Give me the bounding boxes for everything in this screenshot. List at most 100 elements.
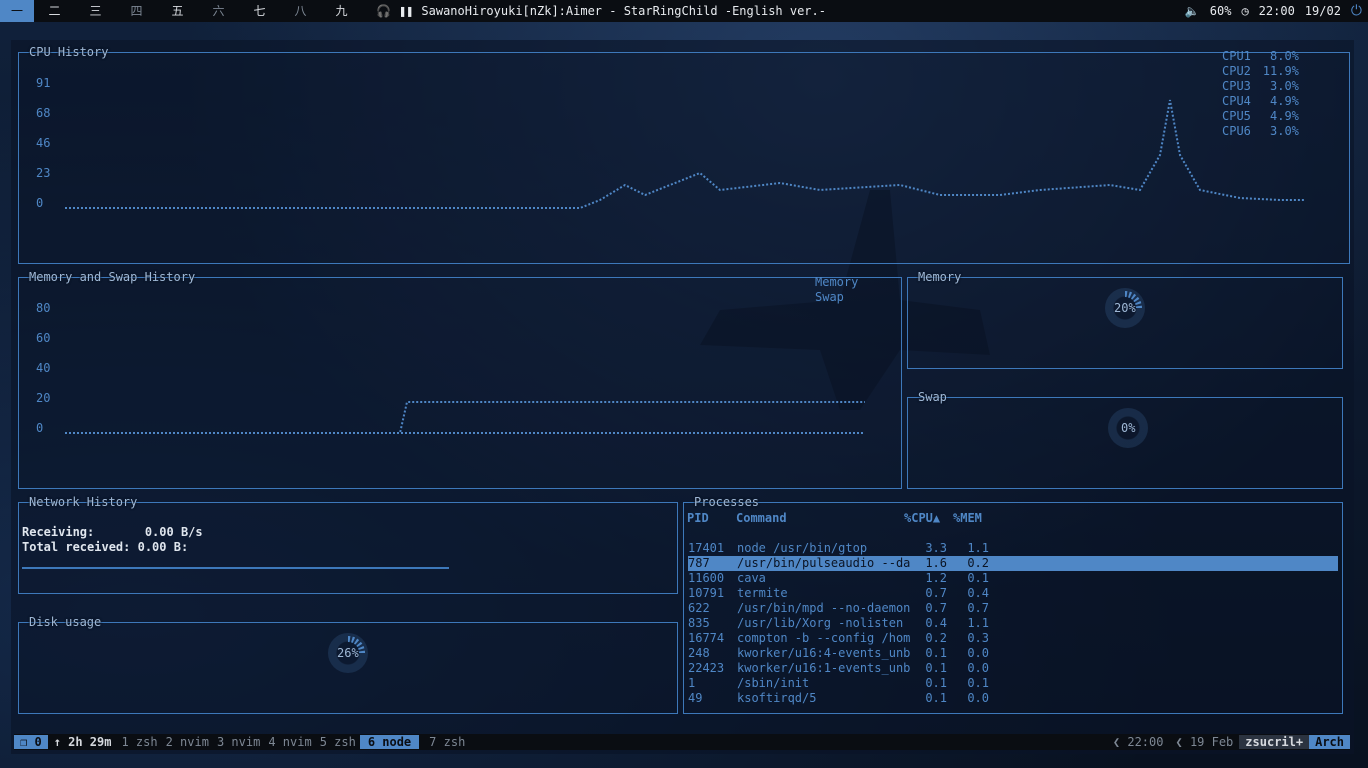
process-mem: 0.4 <box>967 586 989 600</box>
cpu-value: 4.9% <box>1270 109 1299 123</box>
cpu-value: 3.0% <box>1270 124 1299 138</box>
process-mem: 0.0 <box>967 691 989 705</box>
process-row[interactable]: 835/usr/lib/Xorg -nolisten 0.4 1.1 <box>688 616 1338 631</box>
cpu-legend-item: CPU6 3.0% <box>1222 124 1299 139</box>
panel-title: Network History <box>29 495 138 509</box>
cpu-graph <box>65 99 1305 209</box>
workspace-list: 一二三四五六七八九 <box>0 0 362 22</box>
cpu-series-line <box>65 99 1305 209</box>
process-cpu: 0.1 <box>925 661 947 675</box>
cpu-y-tick: 46 <box>36 136 51 150</box>
top-bar: 一二三四五六七八九 🎧 ❚❚ SawanoHiroyuki[nZk]:Aimer… <box>0 0 1368 22</box>
tmux-window[interactable]: 3 nvim <box>213 735 264 749</box>
process-pid: 49 <box>688 691 703 705</box>
process-cpu: 1.6 <box>925 556 947 570</box>
volume-value[interactable]: 60% <box>1210 4 1232 18</box>
process-cpu: 0.4 <box>925 616 947 630</box>
process-row[interactable]: 16774 compton -b --config /hom 0.2 0.3 <box>688 631 1338 646</box>
tmux-window[interactable]: 2 nvim <box>162 735 213 749</box>
header-command[interactable]: Command <box>736 511 904 526</box>
uptime: ↑ 2h 29m <box>53 735 112 749</box>
header-cpu[interactable]: %CPU▲ <box>904 511 953 526</box>
process-cpu: 0.1 <box>925 691 947 705</box>
header-pid[interactable]: PID <box>687 511 736 526</box>
panel-title: CPU History <box>29 45 109 59</box>
process-row[interactable]: 622/usr/bin/mpd --no-daemon 0.7 0.7 <box>688 601 1338 616</box>
process-cmd: node /usr/bin/gtop <box>737 541 868 555</box>
swap-value: 0% <box>1121 421 1136 435</box>
workspace-6[interactable]: 六 <box>198 0 239 22</box>
process-pid: 10791 <box>688 586 725 600</box>
panel-title: Memory <box>918 270 962 284</box>
cpu-legend-item: CPU5 4.9% <box>1222 109 1299 124</box>
memory-y-tick: 40 <box>36 361 51 375</box>
process-row[interactable]: 787/usr/bin/pulseaudio --da 1.6 0.2 <box>688 556 1338 571</box>
cpu-y-tick: 91 <box>36 76 51 90</box>
cpu-value: 8.0% <box>1270 49 1299 63</box>
process-row[interactable]: 17401 node /usr/bin/gtop 3.3 1.1 <box>688 541 1338 556</box>
tmux-current-window[interactable]: 6 node <box>359 735 420 749</box>
process-mem: 0.0 <box>967 646 989 660</box>
process-pid: 17401 <box>688 541 725 555</box>
tmux-session[interactable]: ❐ 0 <box>14 735 48 749</box>
tmux-host: zsucril+ <box>1239 735 1310 749</box>
process-row[interactable]: 248 kworker/u16:4-events_unb 0.1 0.0 <box>688 646 1338 661</box>
tmux-window[interactable]: 7 zsh <box>419 735 469 749</box>
tmux-window[interactable]: 1 zsh <box>117 735 161 749</box>
tmux-right-status: ❮ 22:00 ❮ 19 Feb zsucril+ Arch <box>1107 734 1350 750</box>
network-stats: Receiving: 0.00 B/s Total received: 0.00 … <box>22 525 203 555</box>
process-cmd: kworker/u16:4-events_unb <box>737 646 911 660</box>
cpu-value: 4.9% <box>1270 94 1299 108</box>
cpu-name: CPU4 <box>1222 94 1251 108</box>
tmux-window-list: 1 zsh 2 nvim 3 nvim 4 nvim 5 zsh <box>117 735 359 749</box>
process-row[interactable]: 11600 cava 1.2 0.1 <box>688 571 1338 586</box>
process-row[interactable]: 49 ksoftirqd/5 0.1 0.0 <box>688 691 1338 706</box>
volume-icon[interactable]: 🔈 <box>1185 4 1200 18</box>
tmux-window[interactable]: 5 zsh <box>316 735 360 749</box>
total-label: Total received: <box>22 540 131 554</box>
process-mem: 0.7 <box>967 601 989 615</box>
process-mem: 1.1 <box>967 541 989 555</box>
receiving-label: Receiving: <box>22 525 95 539</box>
process-row[interactable]: 1/sbin/init 0.1 0.1 <box>688 676 1338 691</box>
workspace-1[interactable]: 一 <box>0 0 34 22</box>
date: 19/02 <box>1304 4 1341 18</box>
cpu-legend-item: CPU3 3.0% <box>1222 79 1299 94</box>
receiving-value: 0.00 B/s <box>144 525 203 539</box>
pause-icon[interactable]: ❚❚ <box>399 4 413 18</box>
tmux-window[interactable]: 4 nvim <box>264 735 315 749</box>
header-mem[interactable]: %MEM <box>953 511 982 526</box>
process-cmd: cava <box>737 571 766 585</box>
cpu-name: CPU2 <box>1222 64 1251 78</box>
workspace-7[interactable]: 七 <box>239 0 280 22</box>
workspace-4[interactable]: 四 <box>116 0 157 22</box>
process-mem: 1.1 <box>967 616 989 630</box>
cpu-name: CPU6 <box>1222 124 1251 138</box>
process-pid: 787 <box>688 556 710 570</box>
workspace-5[interactable]: 五 <box>157 0 198 22</box>
total-value: 0.00 B: <box>137 540 189 554</box>
process-cmd: /usr/bin/mpd --no-daemon <box>737 601 911 615</box>
workspace-3[interactable]: 三 <box>75 0 116 22</box>
memory-value: 20% <box>1114 301 1136 315</box>
workspace-8[interactable]: 八 <box>280 0 321 22</box>
power-icon[interactable]: ⏻ <box>1351 3 1362 19</box>
process-pid: 16774 <box>688 631 725 645</box>
workspace-2[interactable]: 二 <box>34 0 75 22</box>
now-playing[interactable]: 🎧 ❚❚ SawanoHiroyuki[nZk]:Aimer - StarRin… <box>376 4 826 18</box>
tmux-os: Arch <box>1309 735 1350 749</box>
process-row[interactable]: 22423 kworker/u16:1-events_unb 0.1 0.0 <box>688 661 1338 676</box>
process-cpu: 0.7 <box>925 586 947 600</box>
tmux-date-value: 19 Feb <box>1189 735 1234 749</box>
cpu-legend-item: CPU4 4.9% <box>1222 94 1299 109</box>
process-mem: 0.2 <box>967 556 989 570</box>
process-pid: 835 <box>688 616 710 630</box>
memory-y-tick: 60 <box>36 331 51 345</box>
workspace-9[interactable]: 九 <box>321 0 362 22</box>
process-cmd: /sbin/init <box>737 676 810 690</box>
process-row[interactable]: 10791 termite 0.7 0.4 <box>688 586 1338 601</box>
process-pid: 11600 <box>688 571 725 585</box>
process-cmd: ksoftirqd/5 <box>737 691 817 705</box>
process-cmd: compton -b --config /hom <box>737 631 911 645</box>
process-cpu: 0.2 <box>925 631 947 645</box>
